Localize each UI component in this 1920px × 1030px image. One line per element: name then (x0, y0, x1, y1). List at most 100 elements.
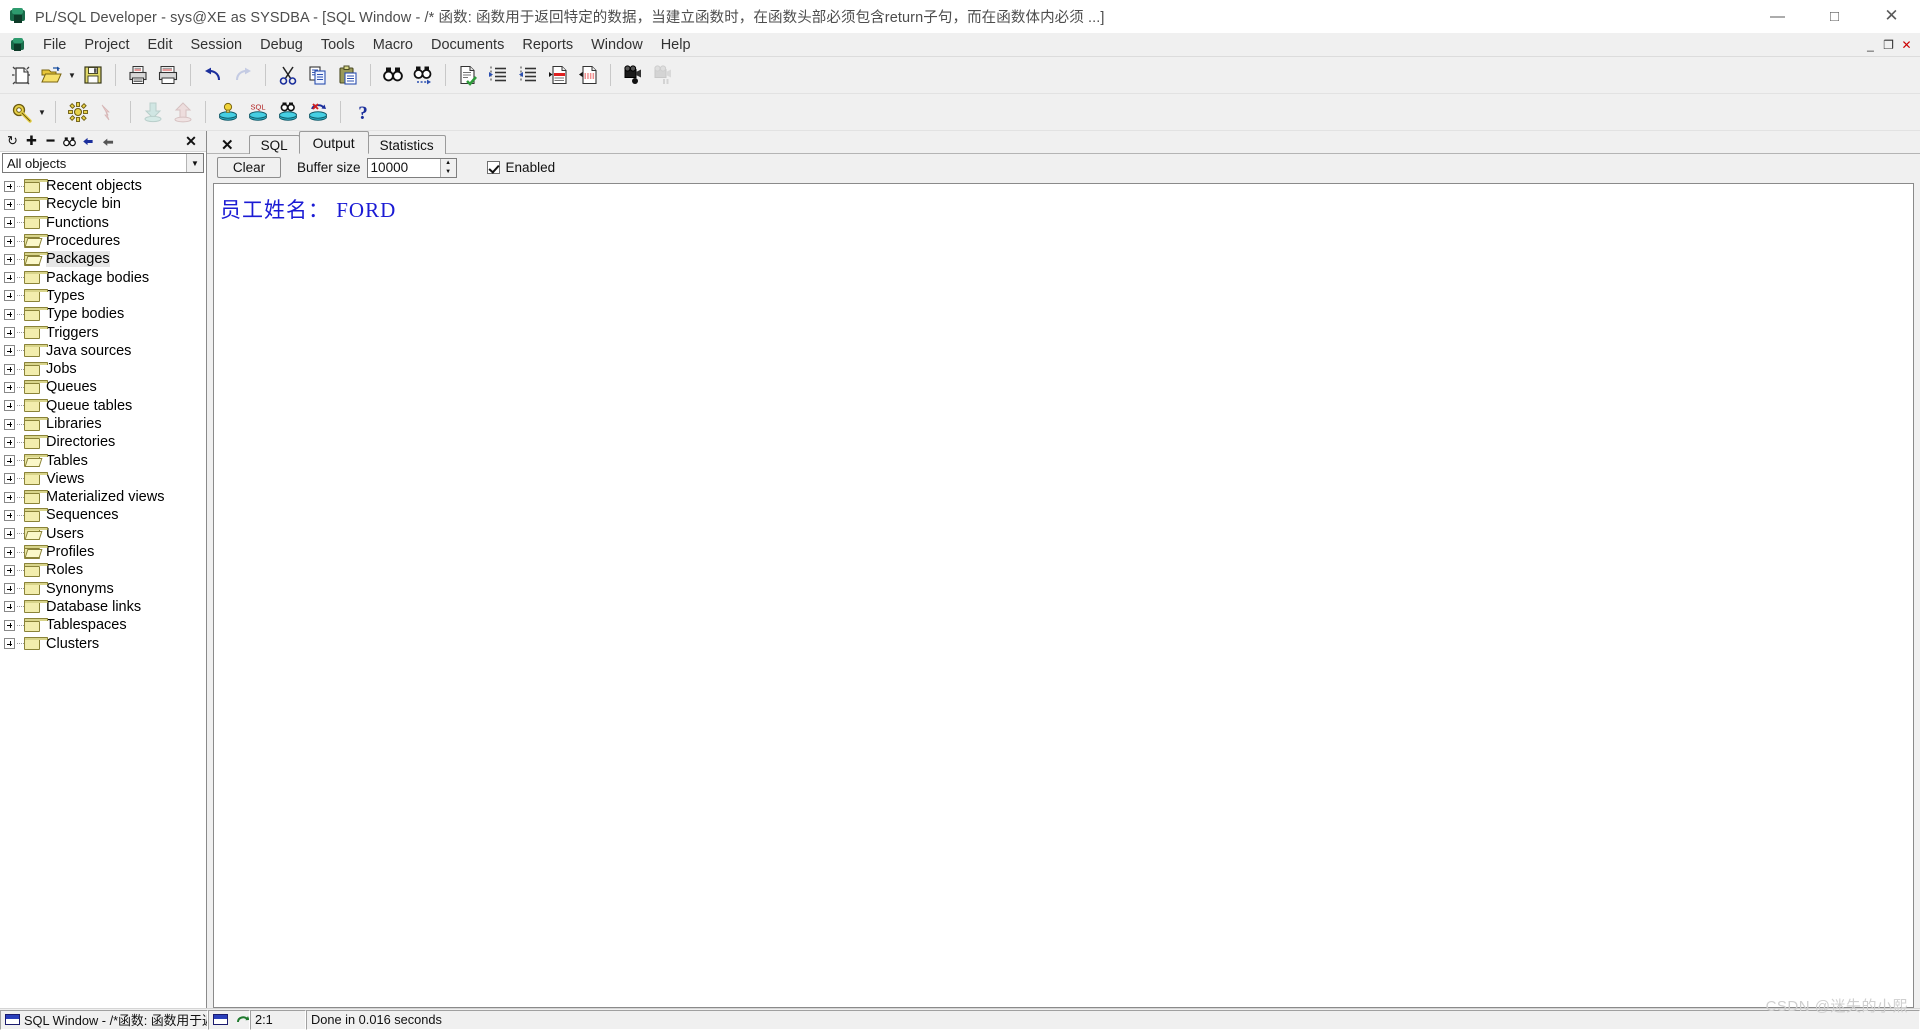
expand-icon[interactable] (4, 308, 15, 320)
paste-icon[interactable] (333, 60, 363, 90)
menu-item-session[interactable]: Session (182, 35, 252, 55)
tree-item-directories[interactable]: Directories (0, 433, 206, 451)
tree-item-queue-tables[interactable]: Queue tables (0, 397, 206, 415)
expand-icon[interactable] (4, 345, 15, 357)
sql-window-icon[interactable]: SQL (243, 97, 273, 127)
cut-icon[interactable] (273, 60, 303, 90)
export-icon[interactable] (168, 97, 198, 127)
open-dropdown-icon[interactable]: ▼ (66, 60, 78, 90)
tree-item-sequences[interactable]: Sequences (0, 506, 206, 524)
buffer-size-spin-buttons[interactable]: ▲ ▼ (439, 158, 456, 177)
find-icon[interactable] (378, 60, 408, 90)
import-icon[interactable] (138, 97, 168, 127)
tree-item-queues[interactable]: Queues (0, 378, 206, 396)
spin-down-icon[interactable]: ▼ (441, 168, 456, 177)
expand-icon[interactable] (4, 473, 15, 485)
menu-item-documents[interactable]: Documents (422, 35, 513, 55)
buffer-size-input[interactable] (367, 158, 440, 177)
minimize-button[interactable]: — (1749, 0, 1806, 33)
tree-item-functions[interactable]: Functions (0, 214, 206, 232)
expand-icon[interactable] (4, 638, 15, 650)
tree-item-procedures[interactable]: Procedures (0, 232, 206, 250)
tree-item-materialized-views[interactable]: Materialized views (0, 488, 206, 506)
run-script-icon[interactable] (93, 97, 123, 127)
tree-item-libraries[interactable]: Libraries (0, 415, 206, 433)
organize-icon[interactable] (98, 132, 117, 151)
expand-icon[interactable] (4, 583, 15, 595)
tab-sql[interactable]: SQL (248, 135, 300, 154)
status-session-cell[interactable] (208, 1009, 250, 1030)
print-preview-icon[interactable] (153, 60, 183, 90)
tree-item-triggers[interactable]: Triggers (0, 323, 206, 341)
menu-item-macro[interactable]: Macro (364, 35, 422, 55)
rollback-icon[interactable] (303, 97, 333, 127)
expand-icon[interactable] (4, 418, 15, 430)
tree-item-synonyms[interactable]: Synonyms (0, 580, 206, 598)
tree-item-packages[interactable]: Packages (0, 250, 206, 268)
play-macro-icon[interactable] (648, 60, 678, 90)
tree-item-tables[interactable]: Tables (0, 451, 206, 469)
expand-icon[interactable] (4, 198, 15, 210)
expand-icon[interactable] (4, 180, 15, 192)
menu-item-reports[interactable]: Reports (513, 35, 582, 55)
undo-icon[interactable] (198, 60, 228, 90)
menu-item-debug[interactable]: Debug (251, 35, 312, 55)
mdi-maximize-button[interactable]: ❐ (1880, 36, 1897, 53)
tree-item-profiles[interactable]: Profiles (0, 543, 206, 561)
filter-icon[interactable] (79, 132, 98, 151)
record-macro-icon[interactable] (618, 60, 648, 90)
find-next-icon[interactable] (408, 60, 438, 90)
tree-item-database-links[interactable]: Database links (0, 598, 206, 616)
tab-statistics[interactable]: Statistics (367, 135, 446, 154)
tree-item-clusters[interactable]: Clusters (0, 634, 206, 652)
tree-item-jobs[interactable]: Jobs (0, 360, 206, 378)
refresh-icon[interactable]: ↻ (3, 132, 22, 151)
uncomment-icon[interactable] (573, 60, 603, 90)
indent-icon[interactable] (483, 60, 513, 90)
menu-item-edit[interactable]: Edit (139, 35, 182, 55)
outdent-icon[interactable] (513, 60, 543, 90)
tree-item-type-bodies[interactable]: Type bodies (0, 305, 206, 323)
expand-icon[interactable] (4, 546, 15, 558)
mdi-app-icon[interactable] (10, 37, 26, 53)
help-icon[interactable]: ? (348, 97, 378, 127)
expand-icon[interactable] (4, 601, 15, 613)
close-object-browser-button[interactable]: ✕ (180, 132, 202, 151)
menu-item-window[interactable]: Window (582, 35, 652, 55)
copy-icon[interactable] (303, 60, 333, 90)
mdi-close-button[interactable]: ✕ (1898, 36, 1915, 53)
expand-icon[interactable] (4, 290, 15, 302)
object-filter-combo[interactable]: All objects ▼ (2, 153, 204, 173)
tree-item-roles[interactable]: Roles (0, 561, 206, 579)
tree-item-recycle-bin[interactable]: Recycle bin (0, 195, 206, 213)
object-tree[interactable]: Recent objects Recycle bin Functions Proced… (0, 175, 206, 1008)
buffer-size-stepper[interactable]: ▲ ▼ (366, 157, 457, 178)
execute-icon[interactable] (6, 97, 36, 127)
menu-item-file[interactable]: File (34, 35, 75, 55)
menu-item-project[interactable]: Project (75, 35, 138, 55)
expand-icon[interactable] (4, 564, 15, 576)
maximize-button[interactable]: □ (1806, 0, 1863, 33)
new-icon[interactable] (6, 60, 36, 90)
expand-icon[interactable] (4, 619, 15, 631)
execute-dropdown-icon[interactable]: ▼ (36, 97, 48, 127)
explain-plan-icon[interactable] (213, 97, 243, 127)
expand-icon[interactable] (4, 491, 15, 503)
menu-item-tools[interactable]: Tools (312, 35, 364, 55)
tree-item-package-bodies[interactable]: Package bodies (0, 268, 206, 286)
save-icon[interactable] (78, 60, 108, 90)
expand-icon[interactable] (4, 272, 15, 284)
expand-icon[interactable] (4, 455, 15, 467)
find-icon[interactable] (60, 132, 79, 151)
output-text-area[interactable]: 员工姓名： FORD (213, 183, 1914, 1008)
expand-icon[interactable] (4, 528, 15, 540)
spin-up-icon[interactable]: ▲ (441, 159, 456, 168)
expand-icon[interactable] (4, 327, 15, 339)
mdi-restore-button[interactable]: _ (1862, 36, 1879, 53)
expand-icon[interactable] (4, 381, 15, 393)
tree-item-java-sources[interactable]: Java sources (0, 342, 206, 360)
chevron-down-icon[interactable]: ▼ (186, 154, 203, 172)
expand-icon[interactable] (4, 253, 15, 265)
tree-item-views[interactable]: Views (0, 470, 206, 488)
comment-icon[interactable] (543, 60, 573, 90)
